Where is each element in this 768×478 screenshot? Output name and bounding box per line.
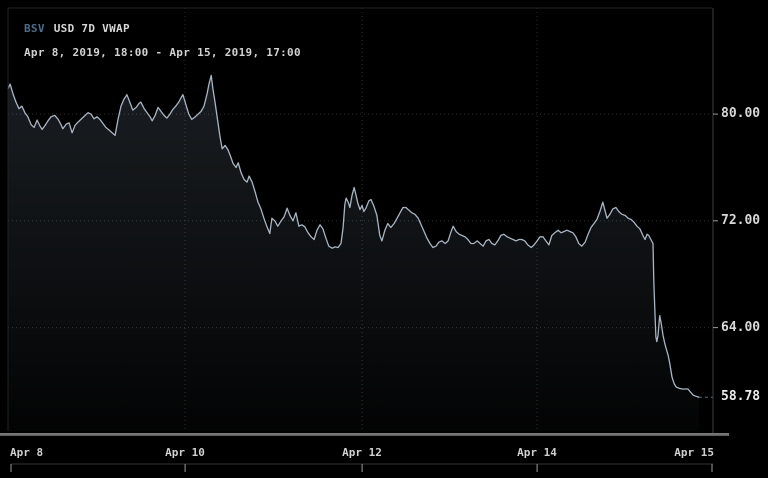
price-area-fill bbox=[8, 75, 699, 431]
x-axis-label: Apr 12 bbox=[342, 446, 382, 459]
y-axis-label: 80.00 bbox=[721, 106, 768, 121]
date-range-label: Apr 8, 2019, 18:00 - Apr 15, 2019, 17:00 bbox=[24, 46, 301, 59]
time-scrollbar[interactable] bbox=[0, 433, 729, 436]
symbol-label[interactable]: BSV bbox=[24, 22, 45, 35]
chart-title: BSV USD 7D VWAP bbox=[24, 22, 301, 35]
title-rest: USD 7D VWAP bbox=[54, 22, 130, 35]
x-axis-label: Apr 14 bbox=[517, 446, 557, 459]
price-chart[interactable] bbox=[0, 0, 768, 478]
last-price-label: 58.78 bbox=[721, 389, 768, 404]
x-axis-label: Apr 15 bbox=[674, 446, 714, 459]
chart-window: BSV USD 7D VWAP Apr 8, 2019, 18:00 - Apr… bbox=[0, 0, 768, 478]
y-axis-label: 64.00 bbox=[721, 320, 768, 335]
chart-header: BSV USD 7D VWAP Apr 8, 2019, 18:00 - Apr… bbox=[24, 22, 301, 59]
x-axis-label: Apr 10 bbox=[165, 446, 205, 459]
x-axis-label: Apr 8 bbox=[10, 446, 43, 459]
y-axis-label: 72.00 bbox=[721, 213, 768, 228]
